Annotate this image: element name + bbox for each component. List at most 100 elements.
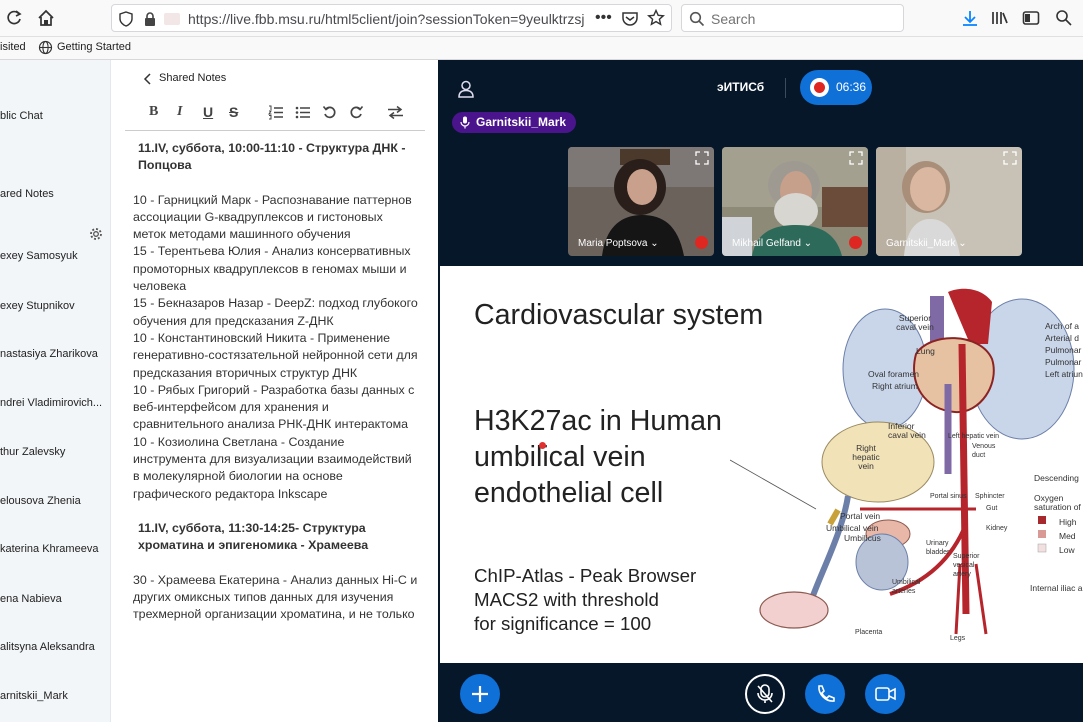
- site-favicon: [164, 13, 180, 25]
- diagram-label: Umbilicus: [844, 533, 881, 543]
- notes-heading: 11.IV, суббота, 10:00-11:10 - Структура …: [138, 141, 406, 173]
- user-item[interactable]: ena Nabieva: [0, 593, 62, 605]
- user-item[interactable]: elousova Zhenia: [0, 495, 81, 507]
- shared-notes-link[interactable]: ared Notes: [0, 188, 54, 200]
- actions-button[interactable]: [460, 674, 500, 714]
- bullet-list-icon[interactable]: [295, 105, 311, 120]
- slide-info-line: for significance = 100: [474, 613, 652, 634]
- diagram-label: Low: [1059, 545, 1075, 555]
- slide-title: Cardiovascular system: [474, 299, 764, 331]
- notes-paragraph: 30 - Храмеева Екатерина - Анализ данных …: [133, 572, 418, 622]
- laser-pointer: [539, 442, 546, 449]
- download-icon[interactable]: [960, 8, 980, 28]
- search-bar[interactable]: Search: [681, 4, 904, 32]
- diagram-label: Descending: [1034, 473, 1079, 483]
- extensions-icon[interactable]: [1054, 8, 1074, 28]
- slide-info: ChIP-Atlas - Peak Browser MACS2 with thr…: [474, 564, 696, 636]
- expand-icon[interactable]: [695, 151, 709, 165]
- share-webcam-button[interactable]: [865, 674, 905, 714]
- slide-subtitle-line: H3K27ac in Human: [474, 405, 722, 437]
- italic-button[interactable]: I: [177, 104, 182, 120]
- video-tile[interactable]: Maria Poptsova ⌄: [568, 147, 714, 256]
- title-divider: [785, 78, 786, 98]
- diagram-label: Arterial d: [1045, 333, 1080, 343]
- meeting-area: эИТИСб 06:36 Garnitskii_Mark Maria Popts…: [438, 60, 1083, 722]
- notes-toolbar: B I U S: [111, 98, 438, 128]
- user-item[interactable]: alitsyna Aleksandra: [0, 641, 95, 653]
- diagram-label: Umbilical vein: [826, 523, 879, 533]
- video-tile[interactable]: Mikhail Gelfand ⌄: [722, 147, 868, 256]
- user-item[interactable]: thur Zalevsky: [0, 446, 65, 458]
- more-actions-icon[interactable]: •••: [595, 9, 612, 27]
- underline-button[interactable]: U: [203, 104, 213, 120]
- slide-subtitle-line: umbilical vein: [474, 441, 646, 473]
- expand-icon[interactable]: [849, 151, 863, 165]
- diagram-label: Arch of a: [1045, 321, 1080, 331]
- diagram-label: Left hepatic vein: [948, 433, 999, 440]
- import-export-icon[interactable]: [387, 105, 404, 120]
- participant-name[interactable]: Mikhail Gelfand ⌄: [732, 238, 812, 249]
- muted-microphone-icon: [757, 684, 773, 703]
- bookmark-most-visited[interactable]: isited: [0, 41, 26, 53]
- slide-subtitle: H3K27ac in Human umbilical vein endothel…: [474, 403, 774, 511]
- url-text[interactable]: https://live.fbb.msu.ru/html5client/join…: [188, 11, 588, 27]
- expand-icon[interactable]: [1003, 151, 1017, 165]
- bookmark-star-icon[interactable]: [647, 9, 665, 27]
- diagram-label: Venous duct: [972, 443, 996, 459]
- notes-header[interactable]: Shared Notes: [159, 72, 226, 84]
- redo-icon[interactable]: [349, 105, 364, 120]
- url-bar[interactable]: https://live.fbb.msu.ru/html5client/join…: [111, 4, 672, 32]
- refresh-icon[interactable]: [4, 8, 24, 28]
- bookmark-getting-started[interactable]: Getting Started: [57, 41, 131, 53]
- recording-indicator[interactable]: 06:36: [800, 70, 872, 105]
- participant-name[interactable]: Maria Poptsova ⌄: [578, 238, 659, 249]
- slide-info-line: ChIP-Atlas - Peak Browser: [474, 565, 697, 586]
- presentation-slide: Cardiovascular system H3K27ac in Human u…: [440, 266, 1083, 663]
- plus-icon: [472, 686, 488, 702]
- diagram-label: Urinary bladder: [926, 540, 950, 556]
- diagram-label: High: [1059, 517, 1077, 527]
- participant-name[interactable]: Garnitskii_Mark ⌄: [886, 238, 967, 249]
- back-chevron-icon[interactable]: [143, 73, 153, 85]
- lock-icon[interactable]: [142, 11, 158, 27]
- strikethrough-button[interactable]: S: [229, 104, 238, 120]
- unmute-button[interactable]: [745, 674, 785, 714]
- shield-icon[interactable]: [118, 11, 134, 27]
- diagram-label: Portal sinus: [930, 493, 967, 500]
- search-placeholder[interactable]: Search: [711, 11, 755, 27]
- diagram-label: Legs: [950, 635, 966, 642]
- phone-icon: [818, 685, 835, 702]
- sidebar-toggle-icon[interactable]: [1021, 8, 1041, 28]
- user-item[interactable]: ndrei Vladimirovich...: [0, 397, 102, 409]
- notes-heading: 11.IV, суббота, 11:30-14:25- Структура х…: [138, 520, 369, 553]
- diagram-label: Superior caval vein: [896, 313, 934, 332]
- diagram-label: Med: [1059, 531, 1076, 541]
- pocket-icon[interactable]: [621, 10, 639, 28]
- video-tile[interactable]: Garnitskii_Mark ⌄: [876, 147, 1022, 256]
- user-item[interactable]: arnitskii_Mark: [0, 690, 68, 702]
- diagram-label: Portal vein: [840, 511, 881, 521]
- public-chat-link[interactable]: blic Chat: [0, 110, 43, 122]
- diagram-label: Pulmonar: [1045, 345, 1082, 355]
- gear-icon[interactable]: [89, 227, 103, 241]
- microphone-icon: [460, 116, 470, 129]
- user-icon[interactable]: [458, 80, 474, 98]
- user-item[interactable]: exey Stupnikov: [0, 300, 75, 312]
- library-icon[interactable]: [990, 8, 1010, 28]
- home-icon[interactable]: [36, 8, 56, 28]
- user-item[interactable]: exey Samosyuk: [0, 250, 78, 262]
- user-item[interactable]: katerina Khrameeva: [0, 543, 98, 555]
- meeting-title: эИТИСб: [717, 80, 765, 94]
- notes-editor[interactable]: 11.IV, суббота, 10:00-11:10 - Структура …: [133, 140, 418, 720]
- leave-audio-button[interactable]: [805, 674, 845, 714]
- bold-button[interactable]: B: [149, 104, 158, 120]
- diagram-label: Lung: [916, 346, 935, 356]
- diagram-label: Oval foramen: [868, 369, 920, 379]
- slide-info-line: MACS2 with threshold: [474, 589, 659, 610]
- search-icon: [689, 11, 705, 27]
- undo-icon[interactable]: [322, 105, 337, 120]
- ordered-list-icon[interactable]: [268, 105, 284, 120]
- toolbar-divider: [125, 130, 425, 131]
- user-item[interactable]: nastasiya Zharikova: [0, 348, 98, 360]
- diagram-label: Gut: [986, 505, 998, 512]
